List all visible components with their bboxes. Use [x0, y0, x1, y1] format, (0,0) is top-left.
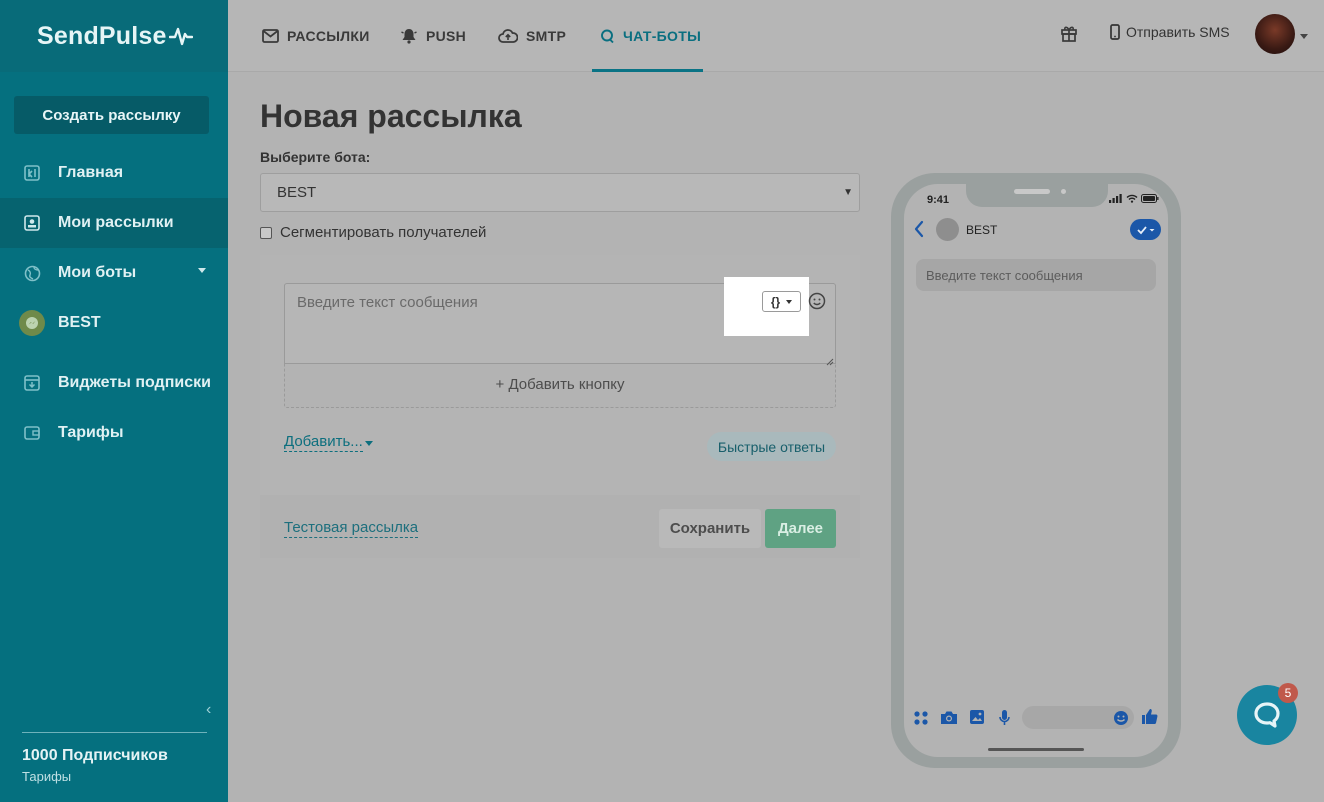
sidebar-item-tariffs[interactable]: Тарифы [0, 408, 228, 458]
phone-speaker [1014, 189, 1050, 194]
bot-select-label: Выберите бота: [260, 149, 371, 165]
chat-avatar [936, 218, 959, 241]
chevron-down-icon[interactable] [1300, 34, 1308, 39]
send-sms-label: Отправить SMS [1126, 24, 1230, 40]
wifi-icon [1126, 194, 1138, 203]
sidebar-item-label: BEST [58, 314, 101, 331]
sidebar-item-label: Мои рассылки [58, 214, 174, 231]
globe-icon [23, 264, 41, 282]
page-title: Новая рассылка [260, 98, 522, 134]
sidebar: SendPulse Создать рассылку Главная Мои р… [0, 0, 228, 802]
apps-icon[interactable] [913, 710, 929, 731]
signal-icon [1109, 194, 1122, 203]
tab-smtp[interactable]: SMTP [498, 0, 566, 72]
wallet-icon [23, 424, 41, 442]
collapse-sidebar-icon[interactable]: ‹ [206, 701, 211, 719]
add-more-dropdown[interactable]: Добавить... [284, 433, 363, 452]
tab-label: SMTP [526, 28, 567, 44]
resize-handle[interactable] [826, 353, 834, 366]
tab-label: ЧАТ-БОТЫ [623, 28, 702, 44]
sidebar-item-my-bots[interactable]: Мои боты [0, 248, 228, 298]
thumbs-up-icon[interactable] [1141, 708, 1158, 730]
chevron-down-icon[interactable] [365, 441, 373, 446]
save-button[interactable]: Сохранить [659, 509, 761, 548]
home-indicator [988, 748, 1084, 751]
add-button-link[interactable]: + Добавить кнопку [284, 364, 836, 404]
emoji-icon[interactable] [1113, 710, 1129, 731]
messenger-icon [26, 317, 38, 329]
test-send-link[interactable]: Тестовая рассылка [284, 519, 419, 538]
phone-camera [1061, 189, 1066, 194]
widget-icon [23, 374, 41, 392]
tab-label: РАССЫЛКИ [287, 28, 370, 44]
back-icon[interactable] [914, 220, 924, 243]
bot-select-value: BEST [277, 184, 317, 201]
create-campaign-button[interactable]: Создать рассылку [14, 96, 209, 134]
image-icon[interactable] [969, 709, 985, 730]
sidebar-item-home[interactable]: Главная [0, 148, 228, 198]
gift-icon[interactable] [1060, 24, 1078, 47]
tab-label: PUSH [426, 28, 467, 44]
quick-replies-button[interactable]: Быстрые ответы [707, 432, 836, 461]
pulse-icon [168, 27, 193, 46]
home-icon [23, 164, 41, 182]
user-avatar[interactable] [1255, 14, 1295, 54]
campaigns-icon [23, 214, 41, 232]
sidebar-nav: Главная Мои рассылки Мои боты BEST Видже… [0, 148, 228, 458]
sidebar-item-label: Тарифы [58, 424, 124, 441]
phone-status-icons [1109, 194, 1159, 203]
battery-icon [1141, 194, 1159, 203]
subscribers-count: 1000 Подписчиков [22, 747, 168, 764]
tariffs-link[interactable]: Тарифы [22, 769, 71, 784]
message-placeholder: Введите текст сообщения [297, 294, 478, 311]
sidebar-item-label: Главная [58, 164, 124, 181]
sidebar-item-label: Мои боты [58, 264, 137, 281]
camera-icon[interactable] [940, 710, 958, 730]
variables-button[interactable]: {} [762, 291, 801, 312]
active-tab-indicator [592, 69, 703, 72]
sidebar-item-label: Виджеты подписки [58, 374, 211, 391]
select-caret-icon: ▼ [843, 187, 853, 198]
tab-chatbots[interactable]: ЧАТ-БОТЫ [600, 0, 701, 72]
checkbox[interactable] [260, 226, 272, 239]
tab-push[interactable]: PUSH [400, 0, 466, 72]
next-button[interactable]: Далее [765, 509, 836, 548]
tab-campaigns[interactable]: РАССЫЛКИ [262, 0, 370, 72]
top-navigation: РАССЫЛКИ PUSH SMTP ЧАТ-БОТЫ Отправить SM… [228, 0, 1324, 72]
send-sms-link[interactable]: Отправить SMS [1110, 24, 1230, 40]
envelope-icon [262, 29, 279, 43]
segment-label: Сегментировать получателей [280, 224, 487, 241]
sidebar-item-my-campaigns[interactable]: Мои рассылки [0, 198, 228, 248]
variables-label: {} [770, 294, 781, 309]
logo-text: SendPulse [37, 21, 167, 50]
bot-select[interactable]: BEST ▼ [260, 173, 860, 212]
segment-recipients-checkbox[interactable]: Сегментировать получателей [260, 224, 486, 241]
logo[interactable]: SendPulse [37, 22, 193, 51]
microphone-icon[interactable] [998, 709, 1011, 731]
chevron-down-icon[interactable] [198, 268, 206, 273]
chat-bot-name: BEST [966, 223, 998, 237]
phone-time: 9:41 [927, 194, 950, 206]
messenger-bot-avatar [19, 310, 45, 336]
sidebar-item-bot-best[interactable]: BEST [0, 298, 228, 348]
chat-bubble-icon [600, 29, 615, 44]
notification-badge: 5 [1278, 683, 1298, 703]
chevron-down-icon [786, 299, 793, 304]
bell-icon [400, 28, 418, 44]
divider [22, 732, 207, 733]
phone-message-preview: Введите текст сообщения [916, 259, 1156, 291]
emoji-icon[interactable] [808, 292, 826, 315]
chat-bubble-icon [1254, 702, 1280, 728]
sidebar-item-widgets[interactable]: Виджеты подписки [0, 358, 228, 408]
logo-area: SendPulse [0, 0, 228, 72]
check-icon[interactable] [1130, 219, 1161, 240]
cloud-upload-icon [498, 28, 518, 44]
phone-icon [1110, 24, 1120, 40]
